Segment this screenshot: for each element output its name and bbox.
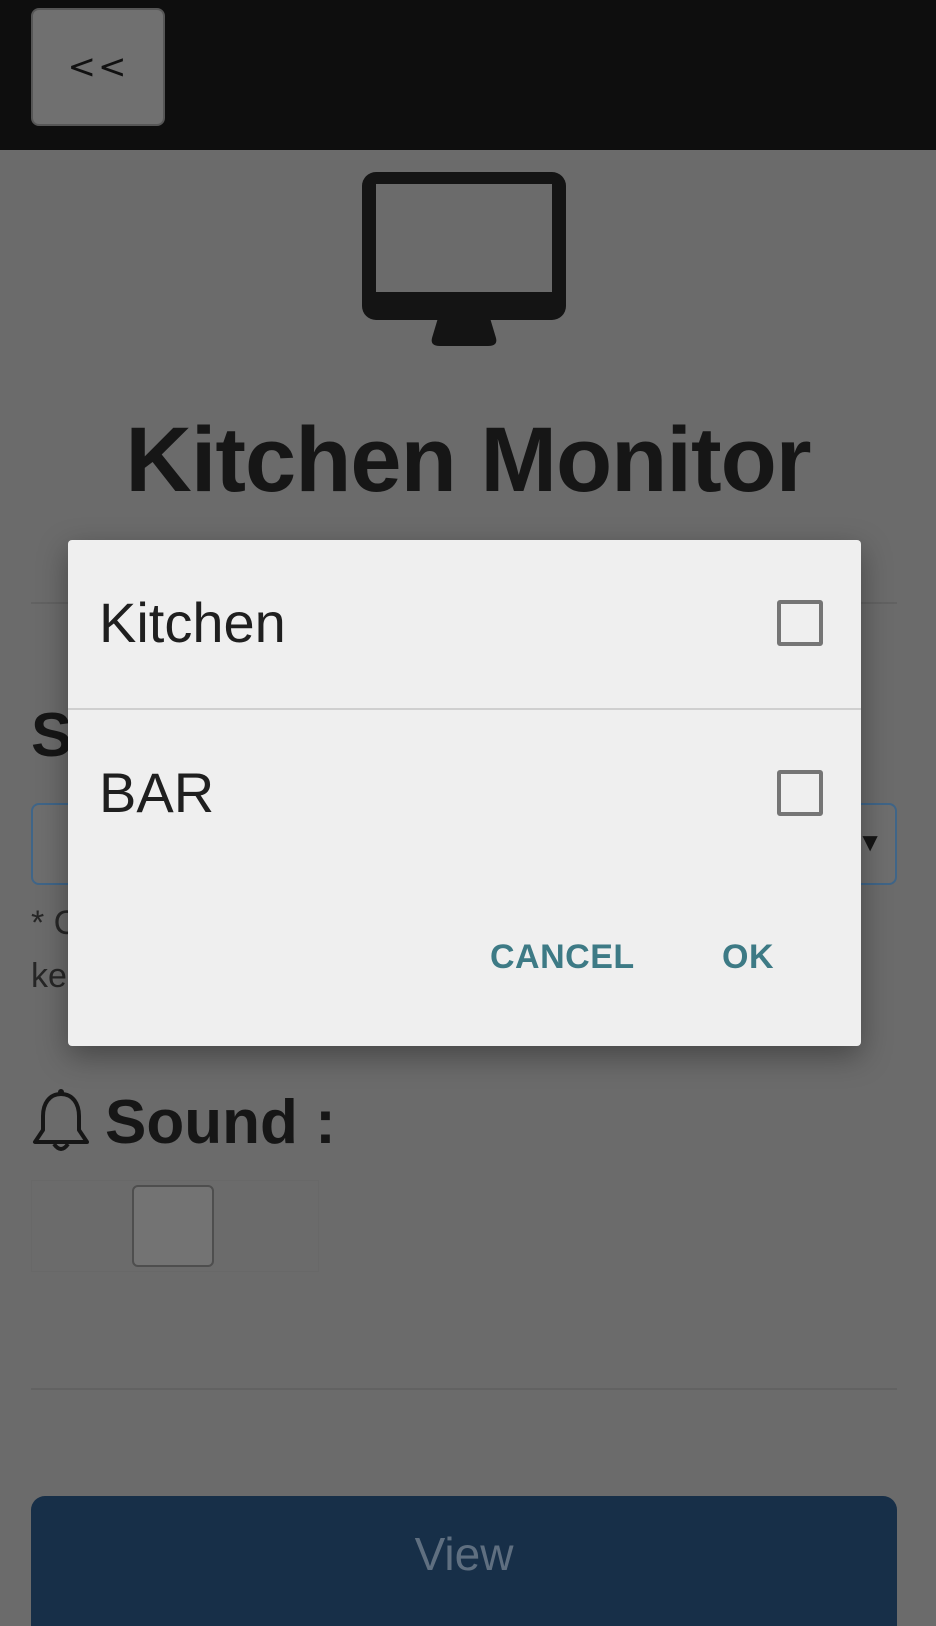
toggle-thumb[interactable] — [132, 1185, 214, 1267]
page-title: Kitchen Monitor — [125, 409, 811, 511]
top-bar: << — [0, 0, 936, 150]
dialog-item-kitchen[interactable]: Kitchen — [68, 540, 861, 708]
sound-label: Sound : — [105, 1087, 336, 1157]
view-button[interactable]: View — [31, 1496, 897, 1626]
note-text-line-2: ke — [31, 957, 67, 995]
desktop-monitor-icon — [362, 172, 566, 346]
dialog-item-bar[interactable]: BAR — [68, 710, 861, 878]
bar-checkbox[interactable] — [777, 770, 823, 816]
divider — [31, 1388, 897, 1390]
station-heading: S — [31, 701, 73, 770]
chevron-down-icon: ▼ — [857, 827, 883, 857]
cancel-button[interactable]: CANCEL — [490, 938, 635, 977]
sound-toggle[interactable] — [31, 1180, 319, 1272]
sound-row: Sound : — [31, 1082, 336, 1162]
ok-button[interactable]: OK — [722, 938, 774, 977]
dialog-item-label: BAR — [99, 761, 215, 824]
dialog-item-label: Kitchen — [99, 591, 286, 654]
bell-icon — [33, 1089, 89, 1151]
back-button[interactable]: << — [31, 8, 165, 126]
kitchen-checkbox[interactable] — [777, 600, 823, 646]
